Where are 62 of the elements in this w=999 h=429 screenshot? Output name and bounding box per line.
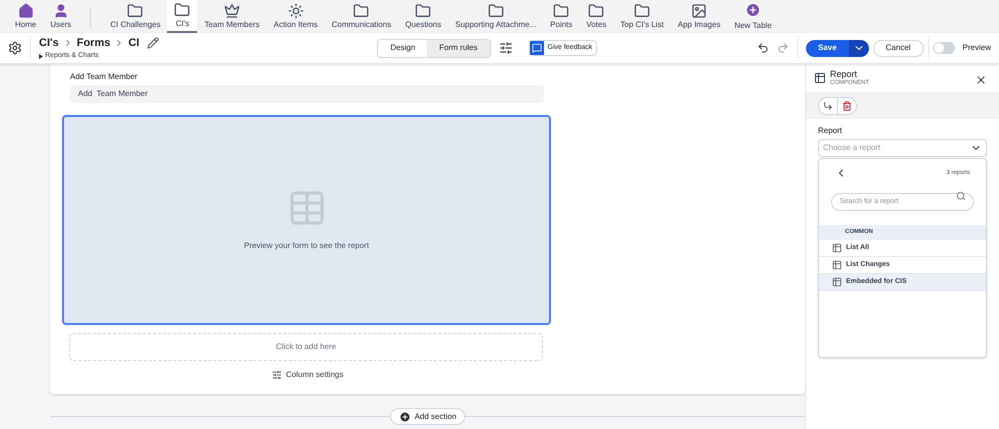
nav-tab[interactable]: Points [543, 0, 580, 33]
panel-title: Report [830, 70, 858, 79]
caret-icon [39, 54, 43, 59]
folder-icon [634, 2, 650, 18]
team-member-field[interactable]: Add Team Member [70, 85, 544, 103]
breadcrumb-link[interactable]: CI's [39, 34, 59, 51]
nav-tab[interactable]: CI's [167, 0, 198, 33]
close-icon[interactable] [975, 74, 987, 86]
undo-icon[interactable] [756, 42, 769, 54]
arrow-icon [823, 100, 833, 110]
nav-tab[interactable]: New Table [727, 0, 779, 33]
folder-icon [174, 2, 190, 18]
add-here-dropzone[interactable]: Click to add here [69, 333, 543, 361]
folder-icon [553, 2, 570, 18]
folder-icon [353, 2, 370, 18]
report-component[interactable]: Preview your form to see the report [62, 115, 551, 325]
column-settings-button[interactable]: Column settings [272, 369, 344, 381]
pencil-icon[interactable] [147, 36, 160, 49]
nav-tab[interactable]: Communications [324, 0, 398, 33]
nav-tab[interactable]: Supporting Attachme... [448, 0, 544, 33]
field-label: Add Team Member [70, 71, 138, 83]
folder-icon [127, 2, 144, 18]
table-icon [832, 260, 842, 270]
breadcrumb-link[interactable]: CI [128, 34, 140, 51]
folder-icon [588, 2, 604, 18]
save-options-button[interactable] [848, 40, 869, 56]
breadcrumb-link[interactable]: Forms [76, 34, 110, 51]
nav-tab[interactable]: Votes [579, 0, 614, 33]
save-button[interactable]: Save [806, 40, 849, 56]
add-section-button[interactable]: Add section [390, 408, 466, 425]
redo-icon[interactable] [776, 42, 789, 54]
nav-tab[interactable]: Top CI's List [613, 0, 671, 33]
mode-tab[interactable]: Form rules [427, 40, 490, 56]
sliders-icon[interactable] [498, 41, 512, 55]
image-icon [691, 2, 708, 18]
nav-tab[interactable]: Users [43, 0, 78, 33]
nav-tab[interactable]: Home [8, 0, 44, 33]
chess-piece-icon [224, 2, 240, 18]
user-icon [52, 2, 69, 18]
nav-tab[interactable]: Questions [398, 0, 448, 33]
badge-icon [288, 2, 304, 18]
preview-label: Preview [962, 42, 991, 54]
preview-toggle[interactable] [932, 42, 955, 54]
chat-icon [532, 43, 542, 53]
home-icon [18, 2, 34, 18]
table-icon [832, 243, 842, 253]
plus-icon [398, 410, 411, 422]
sliders-icon [272, 370, 282, 380]
search-icon [956, 191, 966, 201]
table-icon [814, 72, 826, 84]
folder-icon [415, 2, 432, 18]
nav-tab[interactable]: Action Items [266, 0, 325, 33]
nav-tab[interactable]: Team Members [197, 0, 267, 33]
nav-tab[interactable]: CI Challenges [103, 0, 168, 33]
cancel-button[interactable]: Cancel [872, 40, 924, 56]
table-icon [832, 277, 842, 287]
preview-hint: Preview your form to see the report [244, 240, 369, 252]
nav-tab[interactable]: App Images [670, 0, 728, 33]
settings-icon[interactable] [8, 41, 22, 55]
folder-icon [488, 2, 504, 18]
report-label: Report [818, 125, 844, 137]
trash-icon [842, 100, 852, 110]
